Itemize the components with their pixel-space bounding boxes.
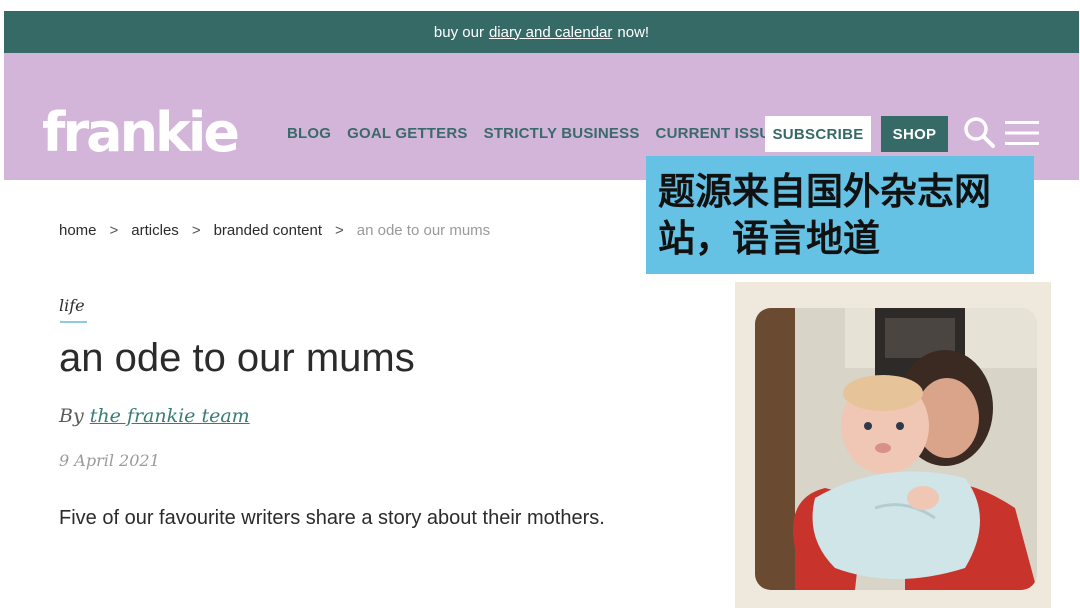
byline-prefix: By xyxy=(59,405,84,427)
nav-goal-getters[interactable]: GOAL GETTERS xyxy=(347,125,467,142)
category-tag[interactable]: life xyxy=(59,296,85,315)
byline: By the frankie team xyxy=(59,405,250,427)
breadcrumb-current: an ode to our mums xyxy=(356,222,491,239)
breadcrumb-chevron-icon: > xyxy=(109,222,119,239)
breadcrumb-home[interactable]: home xyxy=(59,222,97,239)
photo-image xyxy=(755,308,1037,590)
breadcrumb-articles[interactable]: articles xyxy=(131,222,179,239)
site-logo[interactable]: frankie xyxy=(42,103,240,163)
breadcrumb-branded-content[interactable]: branded content xyxy=(214,222,322,239)
nav-strictly-business[interactable]: STRICTLY BUSINESS xyxy=(484,125,640,142)
promo-link[interactable]: diary and calendar xyxy=(489,24,612,41)
publish-date: 9 April 2021 xyxy=(59,451,160,470)
shop-button[interactable]: SHOP xyxy=(881,116,948,152)
promo-prefix: buy our xyxy=(433,23,484,41)
nav-blog[interactable]: BLOG xyxy=(287,125,331,142)
breadcrumb-chevron-icon: > xyxy=(335,222,344,239)
article-photo-frame xyxy=(735,282,1051,608)
article-standfirst: Five of our favourite writers share a st… xyxy=(59,507,605,529)
article-title: an ode to our mums xyxy=(59,336,415,380)
annotation-line-1: 题源来自国外杂志网 xyxy=(658,169,991,213)
article-photo xyxy=(755,308,1037,590)
search-icon[interactable] xyxy=(962,115,996,149)
annotation-overlay: 题源来自国外杂志网 站，语言地道 xyxy=(646,156,1034,274)
subscribe-button[interactable]: SUBSCRIBE xyxy=(765,116,871,152)
nav-current-issue[interactable]: CURRENT ISSUE xyxy=(656,125,781,142)
category-underline xyxy=(60,321,87,323)
promo-suffix: now! xyxy=(617,23,650,41)
hamburger-menu-icon[interactable] xyxy=(1005,119,1039,147)
author-link[interactable]: the frankie team xyxy=(90,405,250,427)
main-nav: BLOG GOAL GETTERS STRICTLY BUSINESS CURR… xyxy=(287,125,797,142)
promo-bar: buy our diary and calendar now! xyxy=(4,11,1079,53)
breadcrumb-chevron-icon: > xyxy=(191,222,201,239)
breadcrumb: home > articles > branded content > an o… xyxy=(59,222,490,239)
annotation-line-2: 站，语言地道 xyxy=(658,216,880,260)
